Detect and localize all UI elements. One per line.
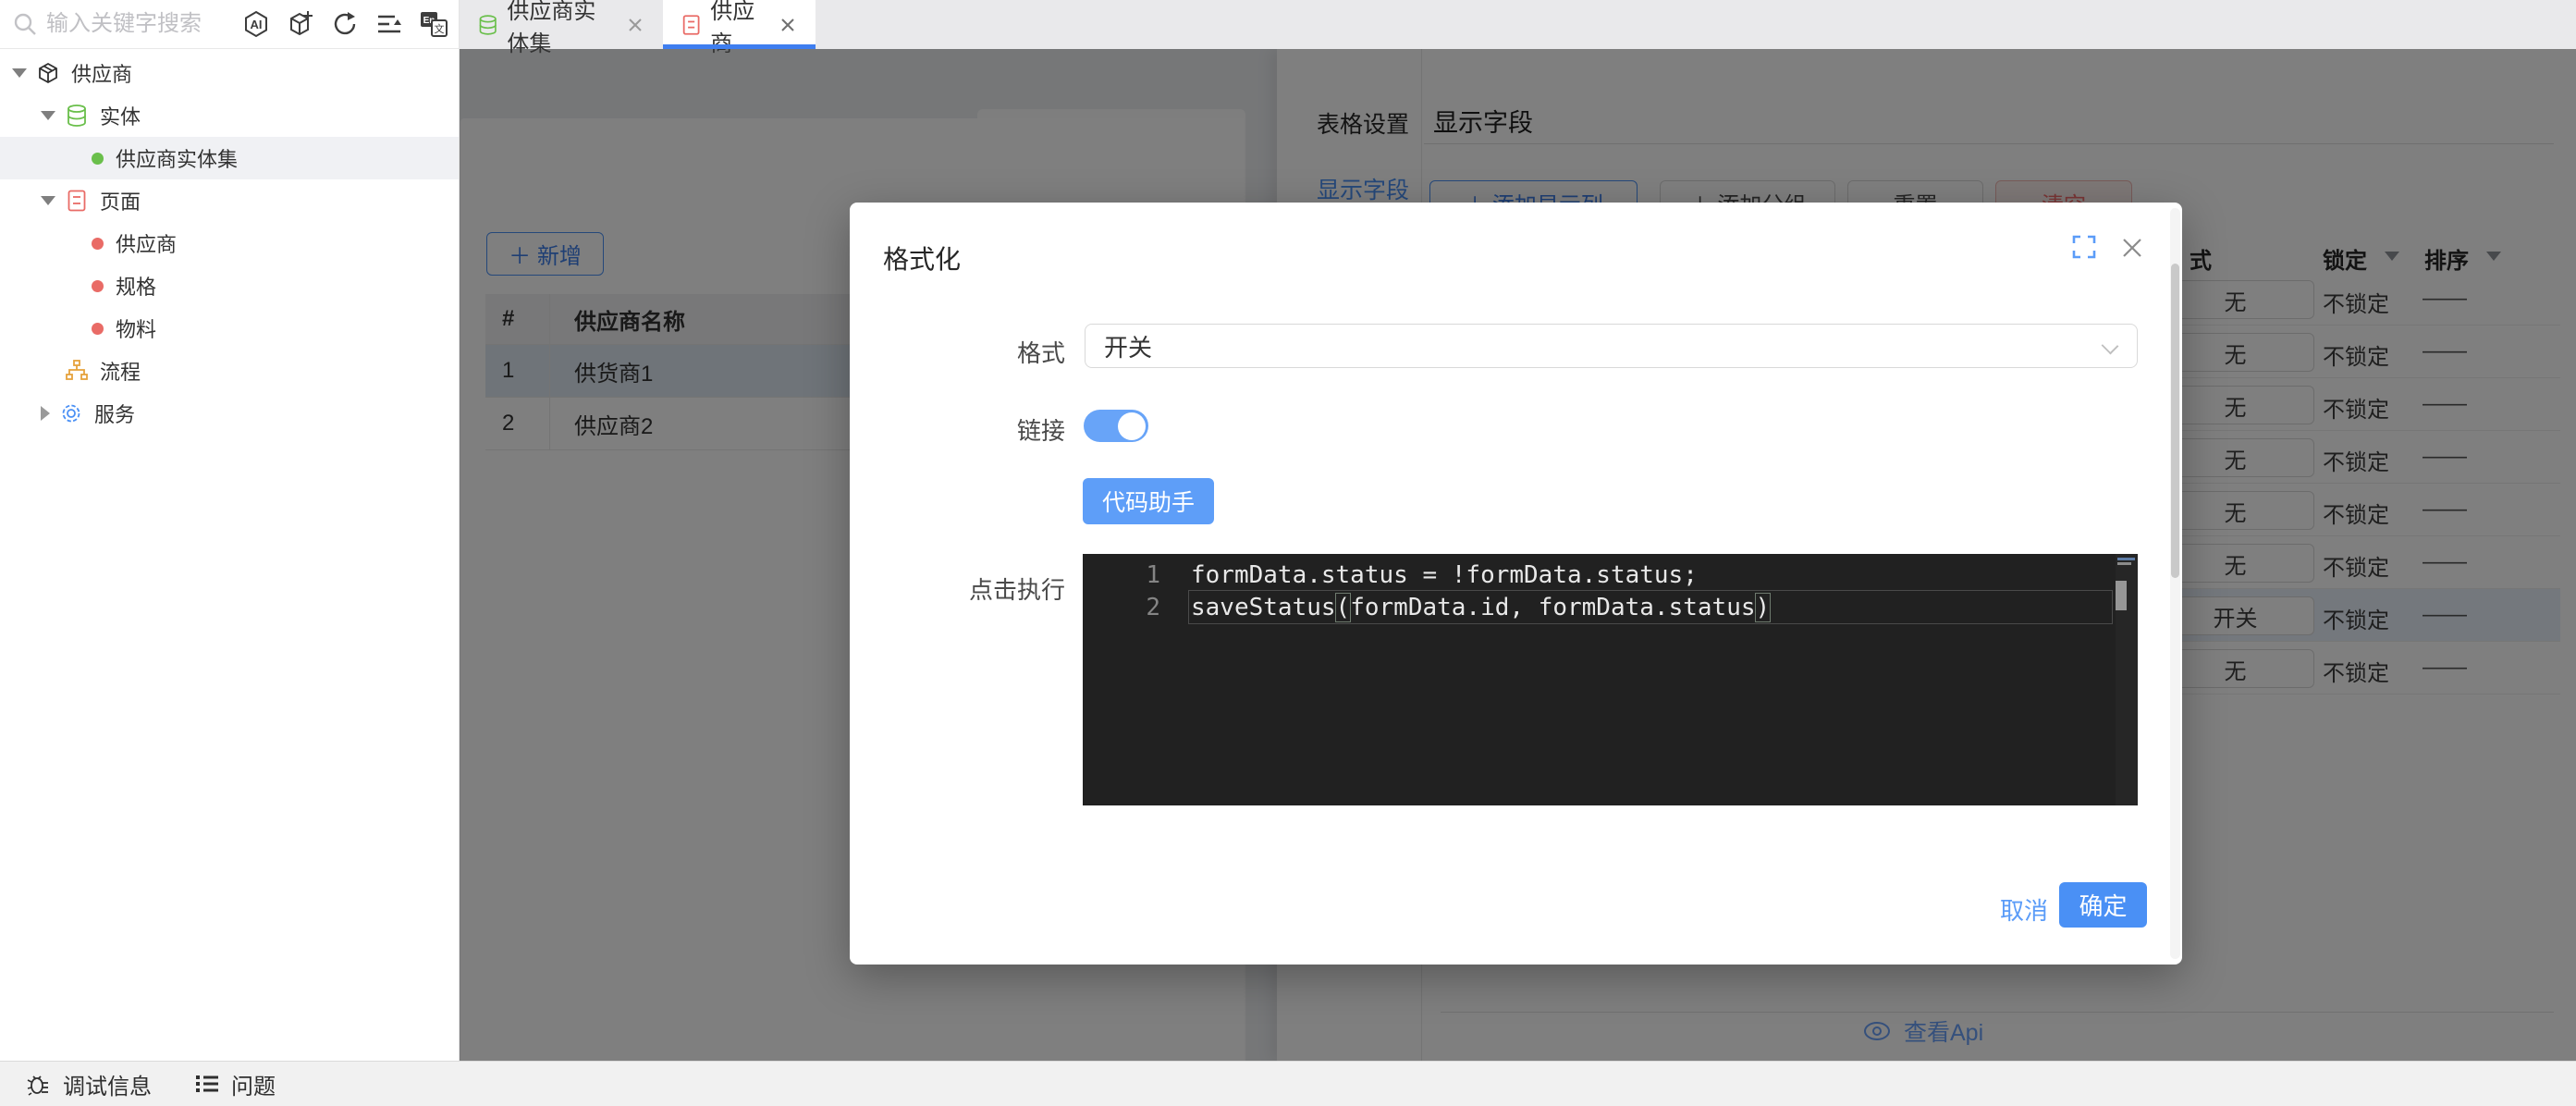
tab-close-icon[interactable]	[779, 16, 797, 34]
tree-item-entities[interactable]: 实体	[0, 94, 459, 137]
tree-item-supplier-root[interactable]: 供应商	[0, 52, 459, 94]
problems-label: 问题	[231, 1068, 276, 1100]
format-select-value: 开关	[1104, 329, 1152, 363]
tree-item-supplier-page[interactable]: 供应商	[0, 222, 459, 264]
tree-item-label: 供应商实体集	[116, 143, 238, 173]
page-icon	[64, 188, 90, 214]
chevron-down-icon	[2102, 338, 2119, 355]
flow-icon	[64, 358, 90, 384]
outline-list-icon[interactable]	[374, 8, 405, 40]
modal-scrollbar	[2170, 208, 2180, 959]
tree-item-label: 页面	[100, 186, 141, 215]
dialog-title: 格式化	[883, 240, 961, 276]
tab-bar: 供应商实体集 供应商	[460, 0, 2576, 49]
line-number: 1	[1083, 561, 1160, 589]
tree-item-pages[interactable]: 页面	[0, 179, 459, 222]
caret-down-icon[interactable]	[41, 111, 55, 120]
line-number: 2	[1083, 594, 1160, 621]
tree-item-spec-page[interactable]: 规格	[0, 264, 459, 307]
entity-dot-icon	[92, 153, 104, 165]
debug-info-label: 调试信息	[63, 1068, 152, 1100]
svg-text:文: 文	[435, 22, 445, 35]
link-field-label: 链接	[936, 412, 1065, 447]
tree-item-label: 规格	[116, 271, 156, 301]
format-field-label: 格式	[936, 335, 1065, 369]
tree-item-services[interactable]: 服务	[0, 392, 459, 435]
bracket-match: (	[1336, 594, 1351, 621]
tree-item-label: 实体	[100, 101, 141, 130]
tree-item-label: 服务	[94, 399, 135, 428]
caret-right-icon[interactable]	[41, 406, 50, 421]
sidebar-toolbar: AI	[0, 0, 460, 49]
tree-item-flow[interactable]: 流程	[0, 350, 459, 392]
tab-supplier[interactable]: 供应商	[663, 0, 816, 49]
toggle-knob	[1118, 412, 1146, 440]
code-line-2: saveStatus(formData.id, formData.status)	[1160, 594, 1770, 621]
translate-icon[interactable]: En 文	[418, 8, 449, 40]
page-dot-icon	[92, 280, 104, 292]
cancel-button[interactable]: 取消	[1987, 889, 2061, 929]
package-icon	[35, 60, 61, 86]
problems-list-icon	[194, 1073, 220, 1095]
status-bar: 调试信息 问题	[0, 1061, 2576, 1106]
database-icon	[64, 103, 90, 129]
code-editor[interactable]: 1 formData.status = !formData.status; 2 …	[1083, 554, 2138, 805]
close-icon[interactable]	[2120, 236, 2144, 260]
tree-item-material-page[interactable]: 物料	[0, 307, 459, 350]
link-toggle[interactable]	[1084, 410, 1148, 442]
page-dot-icon	[92, 238, 104, 250]
editor-scrollbar-thumb[interactable]	[2116, 581, 2127, 610]
tree-item-label: 供应商	[71, 58, 132, 88]
search-icon	[13, 12, 37, 36]
format-dialog: 格式化 格式 开关 链接 代码助手 点击执行 1 formData.s	[850, 203, 2182, 965]
database-icon	[478, 12, 497, 38]
gear-icon	[58, 400, 84, 426]
project-tree-sidebar: 供应商 实体 供应商实体集	[0, 49, 460, 1061]
tree-item-label: 流程	[100, 356, 141, 386]
fullscreen-icon[interactable]	[2072, 235, 2096, 259]
search-input[interactable]	[46, 11, 213, 37]
ok-button[interactable]: 确定	[2059, 882, 2147, 928]
caret-down-icon[interactable]	[41, 196, 55, 205]
bracket-match: )	[1756, 594, 1771, 621]
add-module-icon[interactable]	[285, 8, 316, 40]
app-window: ＋ 新增 # 供应商名称 1 供货商1 2 供应商2 表格设置 显示字段	[0, 0, 2576, 1106]
page-dot-icon	[92, 323, 104, 335]
caret-down-icon[interactable]	[12, 68, 27, 78]
svg-text:AI: AI	[251, 18, 263, 31]
tab-close-icon[interactable]	[626, 16, 644, 34]
code-line-1: formData.status = !formData.status;	[1160, 561, 1698, 589]
tree-item-supplier-entity-set[interactable]: 供应商实体集	[0, 137, 459, 179]
refresh-icon[interactable]	[329, 8, 361, 40]
debug-info-button[interactable]: 调试信息	[26, 1068, 152, 1100]
modal-scrollbar-thumb[interactable]	[2171, 264, 2179, 578]
problems-button[interactable]: 问题	[194, 1068, 276, 1100]
tree-item-label: 供应商	[116, 228, 177, 258]
tree-item-label: 物料	[116, 313, 156, 343]
active-tab-underline	[663, 44, 816, 49]
debug-bug-icon	[26, 1071, 52, 1097]
code-assistant-button[interactable]: 代码助手	[1083, 478, 1214, 524]
format-select[interactable]: 开关	[1085, 324, 2138, 368]
ai-assistant-icon[interactable]: AI	[240, 8, 272, 40]
tab-label: 供应商实体集	[507, 0, 617, 57]
page-icon	[681, 12, 701, 38]
click-exec-label: 点击执行	[936, 571, 1065, 606]
tab-supplier-entity-set[interactable]: 供应商实体集	[460, 0, 663, 49]
